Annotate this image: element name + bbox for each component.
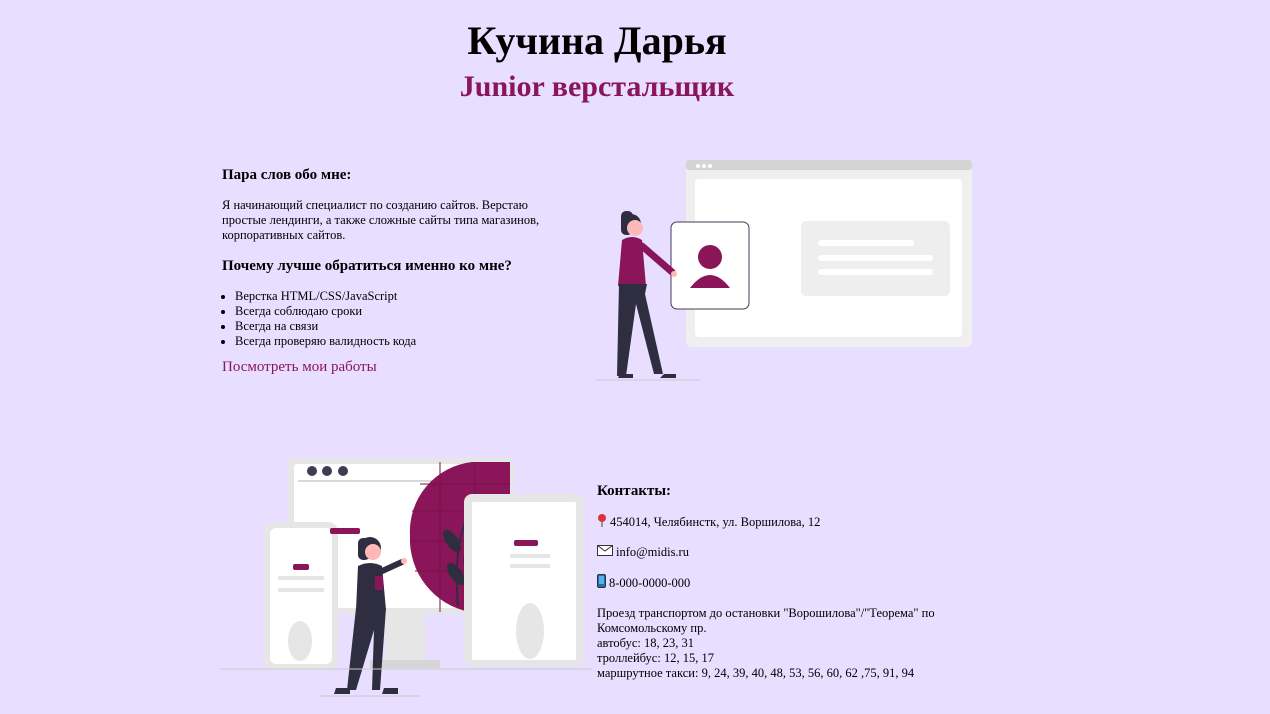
about-text: Я начинающий специалист по созданию сайт… <box>222 198 540 242</box>
list-item: Верстка HTML/CSS/JavaScript <box>235 289 572 304</box>
transport-line: автобус: 18, 23, 31 <box>597 636 694 650</box>
contacts-heading: Контакты: <box>597 483 672 499</box>
phone-row: 8-000-0000-000 <box>597 574 942 592</box>
map-pin-icon <box>597 514 607 531</box>
advantages-list: Верстка HTML/CSS/JavaScript Всегда соблю… <box>222 289 572 349</box>
profile-illustration <box>596 160 972 381</box>
transport-info: Проезд транспортом до остановки "Ворошил… <box>597 606 942 681</box>
address-text: 454014, Челябинстк, ул. Воршилова, 12 <box>610 515 821 529</box>
devices-illustration <box>220 458 592 697</box>
list-item: Всегда проверяю валидность кода <box>235 334 572 349</box>
why-heading: Почему лучше обратиться именно ко мне? <box>222 258 512 274</box>
mobile-phone-icon <box>597 574 606 592</box>
email-row: info@midis.ru <box>597 545 942 560</box>
about-heading: Пара слов обо мне: <box>222 167 352 183</box>
envelope-icon <box>597 545 613 560</box>
list-item: Всегда на связи <box>235 319 572 334</box>
transport-line: Проезд транспортом до остановки "Ворошил… <box>597 606 935 635</box>
transport-line: троллейбус: 12, 15, 17 <box>597 651 714 665</box>
page: Кучина Дарья Junior верстальщик Пара сло… <box>0 0 1270 714</box>
page-title: Кучина Дарья <box>467 18 727 63</box>
contacts-section: Контакты: 454014, Челябинстк, ул. Воршил… <box>597 482 942 681</box>
list-item: Всегда соблюдаю сроки <box>235 304 572 319</box>
portfolio-link[interactable]: Посмотреть мои работы <box>222 360 377 375</box>
job-title: Junior верстальщик <box>459 70 735 103</box>
email-text[interactable]: info@midis.ru <box>616 545 689 560</box>
about-section: Пара слов обо мне: Я начинающий специали… <box>222 166 572 375</box>
address-row: 454014, Челябинстк, ул. Воршилова, 12 <box>597 514 942 531</box>
transport-line: маршрутное такси: 9, 24, 39, 40, 48, 53,… <box>597 666 915 680</box>
phone-text[interactable]: 8-000-0000-000 <box>609 576 690 591</box>
